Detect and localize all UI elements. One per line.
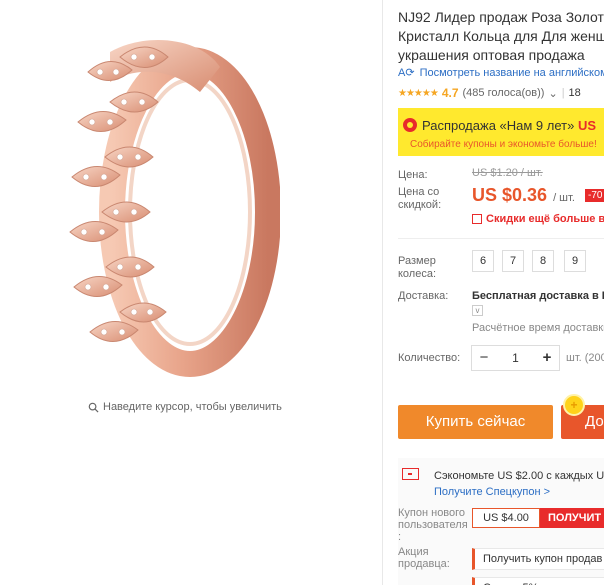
product-title-line: NJ92 Лидер продаж Роза Золотые bbox=[398, 9, 604, 25]
zoom-hint: Наведите курсор, чтобы увеличить bbox=[88, 401, 282, 413]
product-title-line: украшения оптовая продажа bbox=[398, 47, 585, 63]
seller-discount-item[interactable]: Скидка 5% bbox=[472, 577, 604, 585]
app-discount-note[interactable]: Скидки ещё больше в п bbox=[472, 213, 604, 225]
coupon-section: Сэкономьте US $2.00 с каждых US Получите… bbox=[398, 458, 604, 585]
rating-votes-link[interactable]: (485 голоса(ов)) bbox=[463, 87, 545, 99]
size-label-line: Размер bbox=[398, 255, 436, 267]
coupon-ticket-icon bbox=[402, 468, 419, 480]
discount-price: US $0.36 / шт. bbox=[472, 185, 575, 206]
qr-code-icon bbox=[472, 214, 482, 224]
shipping-eta: Расчётное время доставки bbox=[472, 322, 604, 334]
sale-target-icon bbox=[403, 118, 417, 132]
shipping-method[interactable]: Бесплатная доставка в Ru bbox=[472, 290, 604, 302]
shipping-label: Доставка: bbox=[398, 290, 449, 302]
chevron-down-icon[interactable]: ⌄ bbox=[548, 87, 557, 100]
seller-coupon-button[interactable]: Получить купон продав bbox=[472, 548, 604, 570]
quantity-available: шт. (200 bbox=[566, 352, 604, 364]
translate-icon: A⟳ bbox=[398, 67, 415, 79]
product-image[interactable] bbox=[50, 12, 280, 392]
product-title-line: Кристалл Кольца для Для женщин bbox=[398, 28, 604, 44]
buy-now-button[interactable]: Купить сейчас bbox=[398, 405, 553, 439]
new-user-coupon-label: Купон нового пользователя : bbox=[398, 507, 468, 543]
price-label: Цена: bbox=[398, 169, 428, 181]
translate-link-text: Посмотреть название на английском bbox=[419, 66, 604, 79]
sale-subtitle: Собирайте купоны и экономьте больше! bbox=[410, 139, 597, 150]
chevron-down-icon[interactable]: v bbox=[472, 305, 483, 316]
old-price: US $1.20 / шт. bbox=[472, 167, 543, 179]
sale-title-suffix: US bbox=[577, 118, 597, 133]
save-offer-text: Сэкономьте US $2.00 с каждых US bbox=[434, 470, 604, 482]
sale-banner[interactable]: Распродажа «Нам 9 лет» US Собирайте купо… bbox=[398, 108, 604, 156]
zoom-hint-text: Наведите курсор, чтобы увеличить bbox=[103, 401, 282, 413]
get-coupon-button[interactable]: ПОЛУЧИТ bbox=[540, 508, 604, 528]
seller-promo-label-line: Акция bbox=[398, 546, 429, 558]
discount-badge: -70 bbox=[585, 189, 604, 202]
section-divider bbox=[398, 238, 604, 239]
new-user-coupon-label-line: : bbox=[398, 531, 402, 543]
discount-price-unit: / шт. bbox=[553, 192, 575, 204]
size-option[interactable]: 6 bbox=[472, 250, 494, 272]
quantity-input[interactable]: 1 bbox=[498, 346, 533, 370]
size-option[interactable]: 7 bbox=[502, 250, 524, 272]
magnifier-icon bbox=[88, 402, 99, 413]
size-option[interactable]: 8 bbox=[532, 250, 554, 272]
rating-row: ★★★★★ 4.7 (485 голоса(ов)) ⌄ | 18 bbox=[398, 86, 581, 100]
app-discount-text: Скидки ещё больше в п bbox=[486, 213, 604, 225]
sale-title-text: Распродажа «Нам 9 лет» bbox=[422, 118, 575, 133]
new-user-coupon-value: US $4.00 bbox=[472, 508, 540, 528]
sale-title: Распродажа «Нам 9 лет» US bbox=[422, 118, 596, 133]
product-title: NJ92 Лидер продаж Роза Золотые Кристалл … bbox=[398, 8, 604, 65]
discount-price-label-line: скидкой: bbox=[398, 199, 442, 211]
quantity-stepper: − 1 + bbox=[471, 345, 560, 371]
quantity-increase-button[interactable]: + bbox=[535, 346, 559, 370]
rating-value: 4.7 bbox=[441, 86, 459, 100]
discount-price-label-line: Цена со bbox=[398, 186, 440, 198]
new-user-coupon-label-line: пользователя bbox=[398, 519, 468, 531]
coin-icon: + bbox=[563, 394, 585, 416]
gallery-pane: Наведите курсор, чтобы увеличить bbox=[0, 0, 382, 585]
new-user-coupon-label-line: Купон нового bbox=[398, 507, 466, 519]
size-label-line: колеса: bbox=[398, 268, 437, 280]
product-info-pane: NJ92 Лидер продаж Роза Золотые Кристалл … bbox=[383, 0, 604, 585]
quantity-label: Количество: bbox=[398, 352, 461, 364]
size-label: Размер колеса: bbox=[398, 255, 436, 281]
discount-price-value: US $0.36 bbox=[472, 185, 548, 205]
discount-price-label: Цена со скидкой: bbox=[398, 186, 441, 212]
seller-promo-label: Акция продавца: bbox=[398, 546, 450, 570]
translate-link[interactable]: A⟳ Посмотреть название на английском bbox=[398, 66, 604, 80]
get-special-coupon-link[interactable]: Получите Спецкупон > bbox=[434, 486, 550, 498]
size-option[interactable]: 9 bbox=[564, 250, 586, 272]
rating-stars-icon: ★★★★★ bbox=[398, 87, 439, 99]
rating-separator: | bbox=[561, 87, 565, 99]
seller-promo-label-line: продавца: bbox=[398, 558, 450, 570]
quantity-decrease-button[interactable]: − bbox=[472, 346, 496, 370]
orders-count: 18 bbox=[568, 87, 581, 99]
